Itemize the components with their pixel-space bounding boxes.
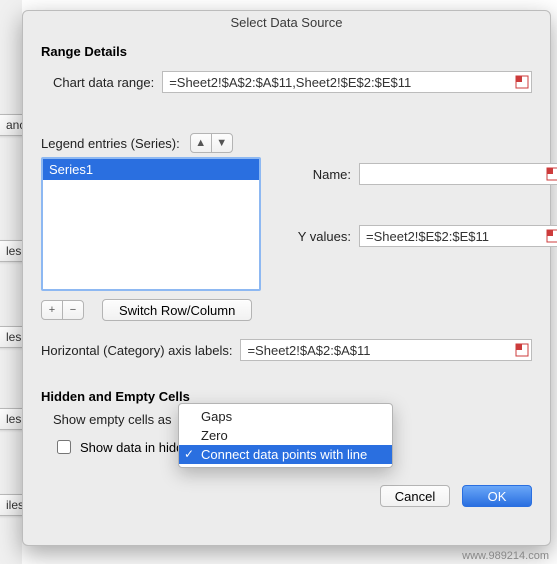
range-picker-icon[interactable] <box>546 229 557 243</box>
range-details-heading: Range Details <box>41 44 532 59</box>
dropdown-option-zero[interactable]: Zero <box>179 426 392 445</box>
legend-entries-label: Legend entries (Series): <box>41 136 180 151</box>
range-picker-icon[interactable] <box>546 167 557 181</box>
series-item-0[interactable]: Series1 <box>43 159 259 180</box>
dropdown-option-connect[interactable]: ✓ Connect data points with line <box>179 445 392 464</box>
check-icon: ✓ <box>184 447 194 461</box>
background-sidebar <box>0 0 22 564</box>
axis-labels-input[interactable] <box>240 339 532 361</box>
select-data-source-dialog: Select Data Source Range Details Chart d… <box>22 10 551 546</box>
remove-series-button[interactable]: − <box>62 300 84 320</box>
show-hidden-data-checkbox[interactable] <box>57 440 71 454</box>
series-listbox[interactable]: Series1 <box>41 157 261 291</box>
dropdown-option-gaps[interactable]: Gaps <box>179 407 392 426</box>
dropdown-option-label: Connect data points with line <box>201 447 367 462</box>
y-values-label: Y values: <box>291 229 351 244</box>
range-picker-icon[interactable] <box>515 75 529 89</box>
range-picker-icon[interactable] <box>515 343 529 357</box>
move-series-down-button[interactable]: ▼ <box>211 133 233 153</box>
ok-button[interactable]: OK <box>462 485 532 507</box>
y-values-input[interactable] <box>359 225 557 247</box>
axis-labels-label: Horizontal (Category) axis labels: <box>41 343 232 358</box>
hidden-empty-heading: Hidden and Empty Cells <box>41 389 532 404</box>
watermark-text: www.989214.com <box>462 550 549 562</box>
chart-data-range-input[interactable] <box>162 71 532 93</box>
show-empty-cells-label: Show empty cells as <box>53 412 172 427</box>
empty-cells-dropdown[interactable]: Gaps Zero ✓ Connect data points with lin… <box>178 403 393 468</box>
add-series-button[interactable]: + <box>41 300 63 320</box>
chart-data-range-label: Chart data range: <box>53 75 154 90</box>
series-name-input[interactable] <box>359 163 557 185</box>
move-series-up-button[interactable]: ▲ <box>190 133 212 153</box>
switch-row-column-button[interactable]: Switch Row/Column <box>102 299 252 321</box>
cancel-button[interactable]: Cancel <box>380 485 450 507</box>
dialog-title: Select Data Source <box>41 11 532 44</box>
series-name-label: Name: <box>291 167 351 182</box>
